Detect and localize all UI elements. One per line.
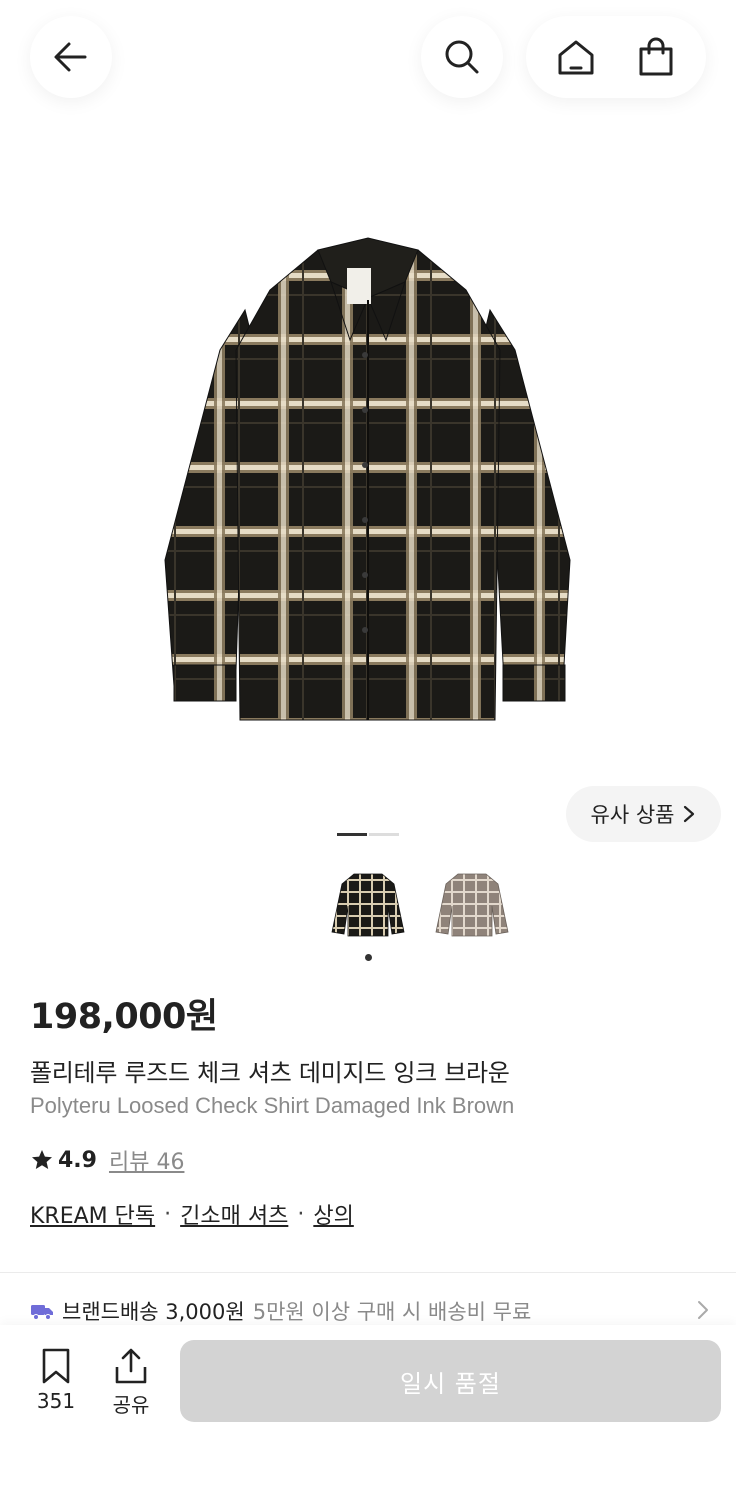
shipping-free-condition: 5만원 이상 구매 시 배송비 무료 (252, 1300, 532, 1324)
chevron-right-icon (684, 805, 695, 823)
back-button[interactable] (30, 16, 112, 98)
bookmark-icon (42, 1348, 70, 1384)
review-link[interactable]: 리뷰 46 (109, 1144, 184, 1176)
share-label: 공유 (112, 1393, 150, 1417)
product-name-english: Polyteru Loosed Check Shirt Damaged Ink … (30, 1093, 515, 1118)
tag-separator: · (164, 1201, 172, 1227)
section-divider (0, 1272, 736, 1273)
cart-button[interactable] (620, 21, 692, 93)
shipping-info-row[interactable]: 브랜드배송 3,000원 5만원 이상 구매 시 배송비 무료 (30, 1293, 710, 1329)
color-option-ink-brown[interactable] (330, 862, 406, 946)
rating-score: 4.9 (58, 1147, 97, 1173)
save-count: 351 (36, 1389, 76, 1413)
home-cart-group (526, 16, 706, 98)
pager-indicator (369, 833, 399, 836)
tag-kream-exclusive[interactable]: KREAM 단독 (30, 1198, 155, 1230)
search-icon (445, 40, 479, 74)
tag-long-sleeve-shirt[interactable]: 긴소매 셔츠 (180, 1198, 288, 1230)
product-name-korean: 폴리테루 루즈드 체크 셔츠 데미지드 잉크 브라운 (30, 1059, 510, 1087)
pager-indicator-active (337, 833, 367, 836)
similar-products-button[interactable]: 유사 상품 (566, 786, 721, 842)
rating-row: 4.9 리뷰 46 (30, 1144, 184, 1176)
selected-color-dot (365, 954, 372, 961)
home-icon (558, 40, 594, 75)
product-image[interactable] (0, 120, 736, 850)
save-button[interactable]: 351 (26, 1347, 86, 1413)
color-option-grey[interactable] (434, 862, 510, 946)
chevron-right-icon (698, 1301, 708, 1319)
top-bar (0, 0, 736, 120)
share-button[interactable]: 공유 (101, 1347, 161, 1418)
share-icon (115, 1348, 147, 1384)
similar-products-label: 유사 상품 (590, 803, 675, 827)
image-pager (337, 833, 399, 836)
tag-separator: · (297, 1201, 305, 1227)
product-price: 198,000원 (30, 997, 218, 1037)
truck-icon (31, 1305, 53, 1320)
color-options (330, 862, 510, 946)
shipping-fee: 브랜드배송 3,000원 (62, 1300, 245, 1324)
category-tags: KREAM 단독 · 긴소매 셔츠 · 상의 (30, 1198, 354, 1230)
search-button[interactable] (421, 16, 503, 98)
home-button[interactable] (540, 21, 612, 93)
star-icon (32, 1150, 52, 1169)
sold-out-button[interactable]: 일시 품절 (180, 1340, 721, 1422)
tag-tops[interactable]: 상의 (313, 1198, 353, 1230)
shopping-bag-icon (639, 37, 673, 76)
arrow-left-icon (54, 42, 87, 72)
bottom-action-bar: 351 공유 일시 품절 (0, 1325, 736, 1500)
